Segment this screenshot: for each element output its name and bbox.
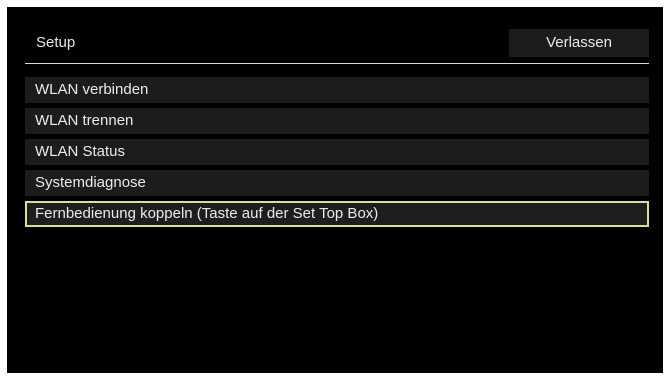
- header-divider: [25, 63, 649, 64]
- menu-item-wlan-disconnect[interactable]: WLAN trennen: [25, 108, 649, 134]
- exit-button[interactable]: Verlassen: [509, 29, 649, 57]
- tv-screen: Setup Verlassen WLAN verbinden WLAN tren…: [7, 7, 663, 373]
- header: Setup Verlassen: [25, 27, 649, 60]
- menu-item-system-diagnosis[interactable]: Systemdiagnose: [25, 170, 649, 196]
- menu-item-wlan-status[interactable]: WLAN Status: [25, 139, 649, 165]
- page-title: Setup: [36, 34, 76, 51]
- menu-item-wlan-connect[interactable]: WLAN verbinden: [25, 77, 649, 103]
- setup-menu: WLAN verbinden WLAN trennen WLAN Status …: [25, 77, 649, 232]
- menu-item-remote-pairing[interactable]: Fernbedienung koppeln (Taste auf der Set…: [25, 201, 649, 227]
